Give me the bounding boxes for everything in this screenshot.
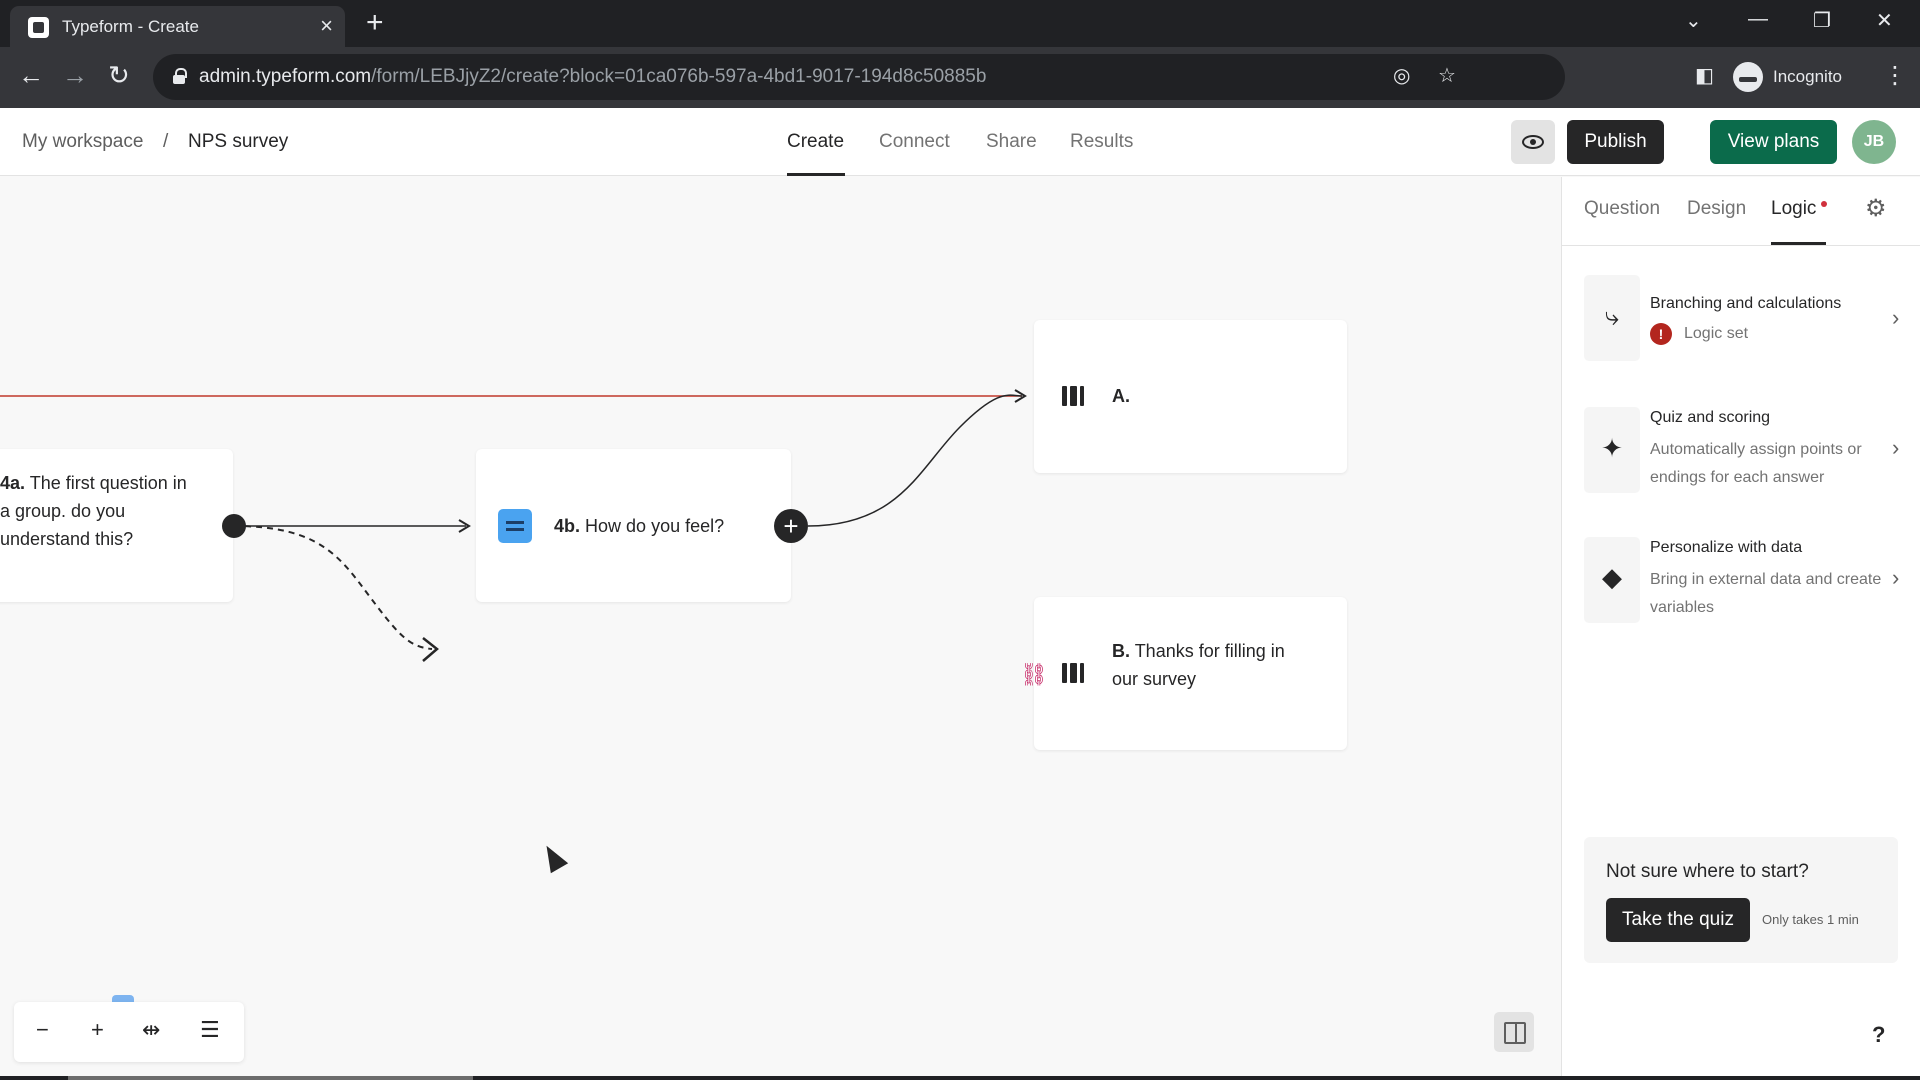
item-description: Bring in external data and create variab… bbox=[1650, 571, 1882, 616]
ending-screen-icon bbox=[1062, 663, 1084, 683]
quiz-promo-box: Not sure where to start? Take the quiz O… bbox=[1584, 837, 1898, 963]
breadcrumb-form-name[interactable]: NPS survey bbox=[188, 131, 288, 153]
question-4a-text: 4a. The first question in a group. do yo… bbox=[0, 473, 187, 549]
ending-b-text: B. Thanks for filling in our survey bbox=[1112, 641, 1285, 689]
tab-connect[interactable]: Connect bbox=[879, 131, 950, 153]
chevron-right-icon: › bbox=[1892, 565, 1900, 590]
breadcrumb-workspace[interactable]: My workspace bbox=[22, 131, 143, 153]
ending-a-text: A. bbox=[1112, 386, 1130, 406]
new-tab-icon[interactable]: + bbox=[366, 6, 384, 40]
restore-icon[interactable]: ❐ bbox=[1813, 8, 1831, 33]
side-panel-icon[interactable]: ◧ bbox=[1695, 63, 1714, 88]
quiz-prompt: Not sure where to start? bbox=[1606, 861, 1809, 882]
minimize-icon[interactable]: — bbox=[1748, 8, 1768, 31]
reload-icon[interactable]: ↻ bbox=[108, 60, 130, 91]
canvas-zoom-toolbar: − + ⇹ ☰ bbox=[14, 1002, 244, 1062]
tab-results[interactable]: Results bbox=[1070, 131, 1133, 153]
publish-button[interactable]: Publish bbox=[1567, 120, 1664, 164]
zoom-out-icon[interactable]: − bbox=[36, 1017, 49, 1043]
add-logic-jump-icon[interactable]: + bbox=[774, 509, 808, 543]
sparkle-icon: ✦ bbox=[1601, 433, 1623, 463]
chevron-right-icon: › bbox=[1892, 435, 1900, 460]
tag-icon: ◆ bbox=[1602, 562, 1622, 592]
right-settings-panel: Question Design Logic ⚙ ⤷ Branching and … bbox=[1561, 177, 1920, 1080]
link-4b-to-ending-a bbox=[807, 394, 1023, 527]
eye-icon bbox=[1522, 135, 1544, 149]
browser-toolbar: ← → ↻ admin.typeform.com/form/LEBJjyZ2/c… bbox=[0, 47, 1920, 108]
tracking-protection-icon[interactable]: ◎ bbox=[1393, 63, 1410, 88]
item-title: Quiz and scoring bbox=[1650, 409, 1771, 426]
back-icon[interactable]: ← bbox=[18, 60, 44, 91]
close-window-icon[interactable]: ✕ bbox=[1876, 8, 1893, 33]
dashed-link-4a bbox=[233, 525, 433, 650]
item-title: Branching and calculations bbox=[1650, 295, 1842, 312]
logic-map-canvas[interactable]: 4a. The first question in a group. do yo… bbox=[0, 177, 1561, 1080]
ending-card-b[interactable]: B. Thanks for filling in our survey bbox=[1034, 597, 1347, 750]
question-card-4b[interactable]: 4b. How do you feel? bbox=[476, 449, 791, 602]
warning-icon: ! bbox=[1650, 322, 1672, 345]
incognito-profile[interactable]: Incognito bbox=[1733, 55, 1842, 99]
avatar[interactable]: JB bbox=[1852, 120, 1896, 164]
incognito-icon bbox=[1733, 62, 1763, 92]
panel-divider bbox=[1562, 245, 1920, 246]
panel-tab-question[interactable]: Question bbox=[1584, 198, 1660, 220]
zoom-in-icon[interactable]: + bbox=[91, 1017, 104, 1043]
app-header: My workspace / NPS survey Create Connect… bbox=[0, 108, 1920, 176]
horizontal-scrollbar[interactable] bbox=[68, 1076, 473, 1080]
help-icon[interactable]: ? bbox=[1872, 1022, 1885, 1048]
url-text: admin.typeform.com/form/LEBJjyZ2/create?… bbox=[199, 66, 987, 87]
take-quiz-button[interactable]: Take the quiz bbox=[1606, 898, 1750, 942]
panel-tab-design[interactable]: Design bbox=[1687, 198, 1746, 220]
item-description: Automatically assign points or endings f… bbox=[1650, 441, 1862, 486]
collapse-panel-icon[interactable] bbox=[1494, 1012, 1534, 1052]
browser-tab-bar: Typeform - Create × + ⌄ — ❐ ✕ bbox=[0, 0, 1920, 47]
bookmark-star-icon[interactable]: ☆ bbox=[1438, 63, 1456, 88]
view-plans-button[interactable]: View plans bbox=[1710, 120, 1837, 164]
browser-tab-title: Typeform - Create bbox=[62, 17, 199, 36]
address-bar[interactable]: admin.typeform.com/form/LEBJjyZ2/create?… bbox=[153, 54, 1565, 100]
ending-card-a[interactable]: A. bbox=[1034, 320, 1347, 473]
forward-icon[interactable]: → bbox=[62, 60, 88, 91]
tab-share[interactable]: Share bbox=[986, 131, 1037, 153]
logic-set-status: ! Logic set bbox=[1650, 320, 1890, 348]
short-text-question-icon bbox=[498, 509, 532, 543]
browser-menu-icon[interactable]: ⋮ bbox=[1883, 61, 1907, 90]
gear-icon[interactable]: ⚙ bbox=[1865, 194, 1887, 223]
tab-create[interactable]: Create bbox=[787, 131, 844, 153]
quiz-duration-note: Only takes 1 min bbox=[1762, 912, 1859, 927]
browser-tab[interactable]: Typeform - Create × bbox=[10, 6, 345, 47]
canvas-settings-icon[interactable]: ☰ bbox=[200, 1017, 220, 1043]
lock-icon[interactable] bbox=[173, 68, 187, 84]
fit-to-screen-icon[interactable]: ⇹ bbox=[142, 1017, 160, 1043]
item-title: Personalize with data bbox=[1650, 539, 1803, 556]
chevron-right-icon: › bbox=[1892, 305, 1900, 330]
incognito-label: Incognito bbox=[1773, 67, 1842, 86]
broken-link-icon[interactable]: ⛓ bbox=[1020, 662, 1048, 688]
preview-button[interactable] bbox=[1511, 120, 1555, 164]
card-4a-connector-handle[interactable] bbox=[222, 514, 246, 538]
question-4b-text: 4b. How do you feel? bbox=[554, 516, 725, 536]
panel-tab-logic[interactable]: Logic bbox=[1771, 198, 1816, 220]
typeform-favicon-icon bbox=[28, 17, 49, 38]
breadcrumb-separator: / bbox=[163, 131, 169, 152]
active-tab-indicator bbox=[787, 173, 845, 176]
close-tab-icon[interactable]: × bbox=[320, 13, 333, 39]
logic-notification-dot bbox=[1821, 201, 1827, 207]
branch-icon: ⤷ bbox=[1604, 301, 1620, 331]
ending-screen-icon bbox=[1062, 386, 1084, 406]
tab-search-icon[interactable]: ⌄ bbox=[1685, 8, 1702, 33]
question-card-4a[interactable]: 4a. The first question in a group. do yo… bbox=[0, 449, 233, 602]
